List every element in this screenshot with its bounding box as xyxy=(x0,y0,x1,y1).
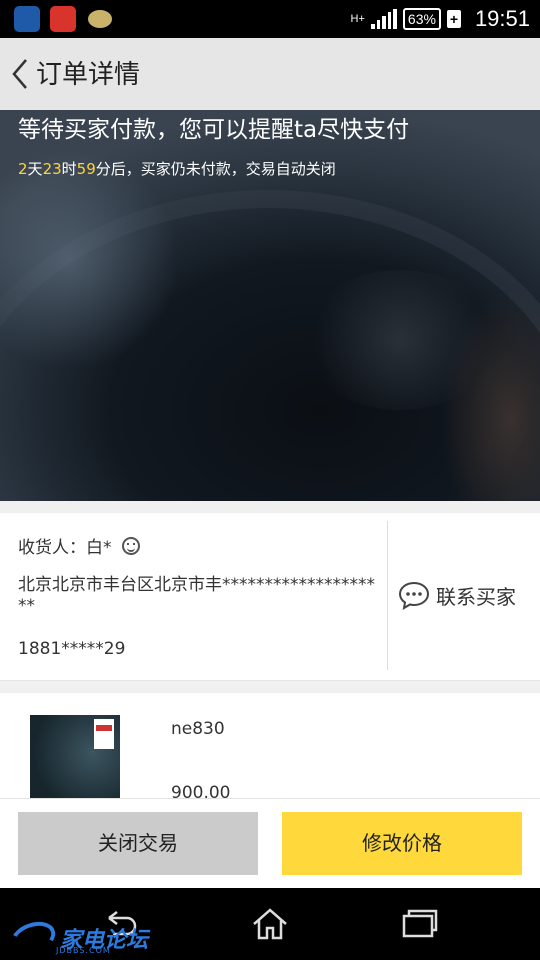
battery-level: 63% xyxy=(402,8,441,30)
network-type: H+ xyxy=(350,13,365,25)
product-item[interactable]: ne830 900.00 xyxy=(0,693,540,798)
order-status-title: 等待买家付款，您可以提醒ta尽快支付 xyxy=(18,117,410,143)
order-status-banner: 等待买家付款，您可以提醒ta尽快支付 2天23时59分后，买家仍未付款，交易自动… xyxy=(0,110,540,501)
product-name: ne830 xyxy=(171,719,225,739)
close-deal-button[interactable]: 关闭交易 xyxy=(18,812,258,875)
payment-countdown: 2天23时59分后，买家仍未付款，交易自动关闭 xyxy=(18,160,336,178)
recipient-name: 收货人：白* xyxy=(18,538,112,558)
nav-home-icon[interactable] xyxy=(248,902,292,946)
product-price: 900.00 xyxy=(171,783,231,798)
contact-buyer-button[interactable]: 联系买家 xyxy=(398,580,516,610)
chat-bubble-icon xyxy=(398,580,430,610)
shield-app-icon xyxy=(14,6,40,32)
phone-number: 1881*****29 xyxy=(18,639,126,659)
countdown-hours: 23 xyxy=(42,160,62,178)
edit-price-button[interactable]: 修改价格 xyxy=(282,812,522,875)
nav-recent-apps-icon[interactable] xyxy=(398,902,442,946)
page-title: 订单详情 xyxy=(36,60,141,90)
vertical-divider xyxy=(387,521,388,670)
recipient-row: 收货人：白* xyxy=(18,533,140,558)
back-arrow-icon[interactable] xyxy=(8,56,36,92)
cow-app-icon xyxy=(50,6,76,32)
countdown-minutes: 59 xyxy=(76,160,96,178)
contact-buyer-label: 联系买家 xyxy=(436,584,516,609)
charging-icon: + xyxy=(446,10,461,28)
header-bar: 订单详情 xyxy=(0,38,540,111)
countdown-days: 2 xyxy=(18,160,28,178)
product-thumbnail xyxy=(30,715,120,798)
bird-app-icon xyxy=(88,10,112,28)
shipping-address: 北京北京市丰台区北京市丰******************** xyxy=(18,575,375,616)
status-bar: H+ 63% + 19:51 xyxy=(0,0,540,38)
clock: 19:51 xyxy=(474,6,530,31)
action-bar: 关闭交易 修改价格 xyxy=(0,798,540,889)
smile-icon xyxy=(121,536,140,555)
forum-watermark-logo: 家电论坛 JDBBS.COM xyxy=(6,916,148,960)
signal-icon xyxy=(370,9,397,29)
